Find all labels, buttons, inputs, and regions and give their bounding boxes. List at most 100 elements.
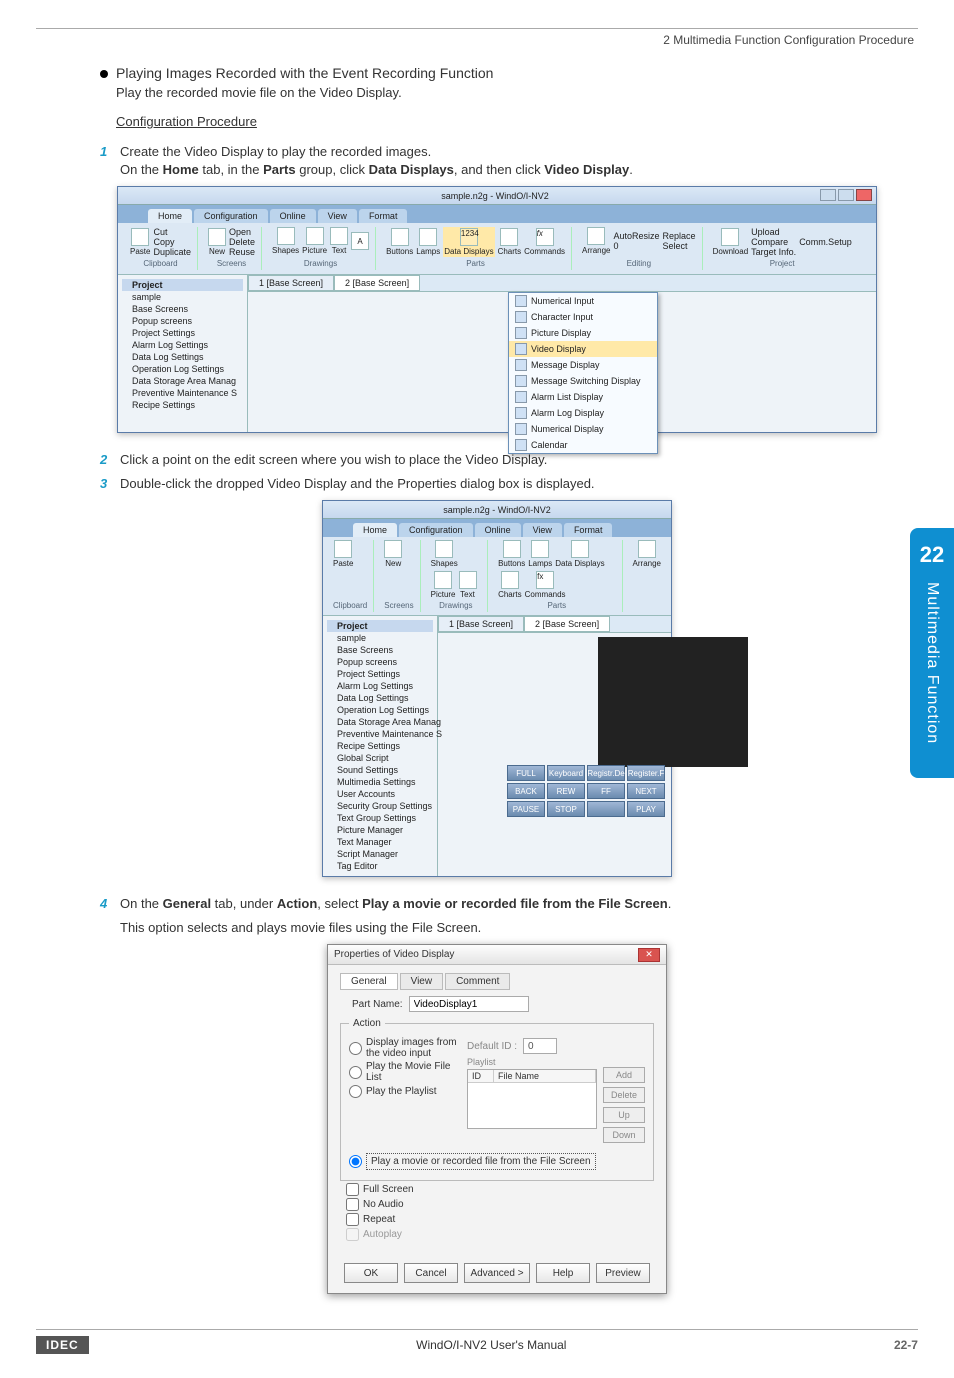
tab-configuration[interactable]: Configuration — [194, 209, 268, 223]
select-button[interactable]: Select — [663, 241, 696, 251]
tree-item[interactable]: Operation Log Settings — [327, 704, 433, 716]
advanced-button[interactable]: Advanced > — [464, 1263, 530, 1283]
dropdown-item[interactable]: Numerical Display — [509, 421, 657, 437]
tree-item[interactable]: Recipe Settings — [327, 740, 433, 752]
tab-view[interactable]: View — [523, 523, 562, 537]
picture-button[interactable]: Picture — [302, 227, 327, 255]
autoresize-button[interactable]: AutoResize — [614, 231, 660, 241]
tab-format[interactable]: Format — [564, 523, 613, 537]
doc-tab[interactable]: 1 [Base Screen] — [248, 275, 334, 291]
window-controls[interactable] — [818, 189, 872, 203]
check-no-audio[interactable]: No Audio — [346, 1198, 654, 1211]
buttons-button[interactable]: Buttons — [386, 228, 413, 256]
tree-item[interactable]: Operation Log Settings — [122, 363, 243, 375]
keypad-button[interactable]: PLAY — [627, 801, 665, 817]
radio-video-input[interactable]: Display images from the video input — [349, 1037, 467, 1059]
radio-file-screen[interactable]: Play a movie or recorded file from the F… — [349, 1153, 645, 1170]
tab-general[interactable]: General — [340, 973, 398, 990]
dropdown-item[interactable]: Alarm List Display — [509, 389, 657, 405]
tree-item[interactable]: User Accounts — [327, 788, 433, 800]
arrange-button[interactable]: Arrange — [582, 227, 610, 255]
duplicate-button[interactable]: Duplicate — [153, 247, 191, 257]
doc-tab[interactable]: 1 [Base Screen] — [438, 616, 524, 632]
tree-item[interactable]: Data Storage Area Manag — [122, 375, 243, 387]
keypad-button[interactable]: Register.F — [627, 765, 665, 781]
help-button[interactable]: Help — [536, 1263, 590, 1283]
tree-item[interactable]: Data Log Settings — [327, 692, 433, 704]
doc-tab[interactable]: 2 [Base Screen] — [334, 275, 420, 291]
tree-item[interactable]: Multimedia Settings — [327, 776, 433, 788]
tab-online[interactable]: Online — [270, 209, 316, 223]
tree-item[interactable]: sample — [122, 291, 243, 303]
new-button[interactable]: New — [208, 228, 226, 256]
delete-button[interactable]: Delete — [229, 237, 255, 247]
preview-button[interactable]: Preview — [596, 1263, 650, 1283]
zero-field[interactable]: 0 — [614, 241, 660, 251]
tree-item[interactable]: Alarm Log Settings — [327, 680, 433, 692]
tree-item[interactable]: Script Manager — [327, 848, 433, 860]
tab-comment[interactable]: Comment — [445, 973, 510, 990]
radio-movie-file-list[interactable]: Play the Movie File List — [349, 1061, 467, 1083]
tree-item[interactable]: Global Script — [327, 752, 433, 764]
tab-home[interactable]: Home — [353, 523, 397, 537]
video-display-part[interactable] — [598, 637, 748, 767]
dropdown-item[interactable]: Character Input — [509, 309, 657, 325]
target-info-button[interactable]: Target Info. — [751, 247, 796, 257]
a-button[interactable]: A — [351, 232, 369, 250]
close-button[interactable]: ✕ — [638, 948, 660, 962]
radio-playlist[interactable]: Play the Playlist — [349, 1085, 467, 1098]
keypad-button[interactable]: NEXT — [627, 783, 665, 799]
tree-item[interactable]: Text Manager — [327, 836, 433, 848]
lamps-button[interactable]: Lamps — [416, 228, 440, 256]
shapes-button[interactable]: Shapes — [272, 227, 299, 255]
tree-item[interactable]: Sound Settings — [327, 764, 433, 776]
keypad-button[interactable]: FF — [587, 783, 625, 799]
tree-item[interactable]: Popup screens — [122, 315, 243, 327]
dropdown-item[interactable]: Message Switching Display — [509, 373, 657, 389]
charts-button[interactable]: Charts — [498, 228, 522, 256]
tree-item[interactable]: Base Screens — [122, 303, 243, 315]
download-button[interactable]: Download — [713, 228, 749, 256]
tab-view[interactable]: View — [400, 973, 444, 990]
upload-button[interactable]: Upload — [751, 227, 796, 237]
keypad-button[interactable] — [587, 801, 625, 817]
replace-button[interactable]: Replace — [663, 231, 696, 241]
keypad-button[interactable]: Registr.De — [587, 765, 625, 781]
dropdown-item[interactable]: Numerical Input — [509, 293, 657, 309]
tab-view[interactable]: View — [318, 209, 357, 223]
dropdown-item[interactable]: Picture Display — [509, 325, 657, 341]
tab-home[interactable]: Home — [148, 209, 192, 223]
tree-item[interactable]: Data Log Settings — [122, 351, 243, 363]
tree-item[interactable]: Base Screens — [327, 644, 433, 656]
text-button[interactable]: Text — [330, 227, 348, 255]
ok-button[interactable]: OK — [344, 1263, 398, 1283]
dropdown-item[interactable]: Message Display — [509, 357, 657, 373]
keypad-button[interactable]: STOP — [547, 801, 585, 817]
keypad-button[interactable]: PAUSE — [507, 801, 545, 817]
tree-item[interactable]: Recipe Settings — [122, 399, 243, 411]
check-repeat[interactable]: Repeat — [346, 1213, 654, 1226]
tab-format[interactable]: Format — [359, 209, 408, 223]
commands-button[interactable]: fxCommands — [524, 228, 565, 256]
comm-setup-button[interactable]: Comm.Setup — [799, 237, 852, 247]
tree-item[interactable]: Preventive Maintenance S — [327, 728, 433, 740]
tree-item[interactable]: Tag Editor — [327, 860, 433, 872]
compare-button[interactable]: Compare — [751, 237, 796, 247]
keypad-button[interactable]: BACK — [507, 783, 545, 799]
keypad-button[interactable]: Keyboard — [547, 765, 585, 781]
paste-button[interactable]: Paste — [130, 228, 150, 256]
reuse-button[interactable]: Reuse — [229, 247, 255, 257]
dropdown-item[interactable]: Calendar — [509, 437, 657, 453]
keypad-button[interactable]: FULL — [507, 765, 545, 781]
copy-button[interactable]: Copy — [153, 237, 191, 247]
tree-item[interactable]: Alarm Log Settings — [122, 339, 243, 351]
data-displays-button[interactable]: 1234Data Displays — [443, 227, 494, 257]
keypad-button[interactable]: REW — [547, 783, 585, 799]
tree-item[interactable]: Security Group Settings — [327, 800, 433, 812]
open-button[interactable]: Open — [229, 227, 255, 237]
cancel-button[interactable]: Cancel — [404, 1263, 458, 1283]
dropdown-item[interactable]: Alarm Log Display — [509, 405, 657, 421]
tree-item[interactable]: Data Storage Area Manag — [327, 716, 433, 728]
tree-item[interactable]: Picture Manager — [327, 824, 433, 836]
tree-item[interactable]: Preventive Maintenance S — [122, 387, 243, 399]
